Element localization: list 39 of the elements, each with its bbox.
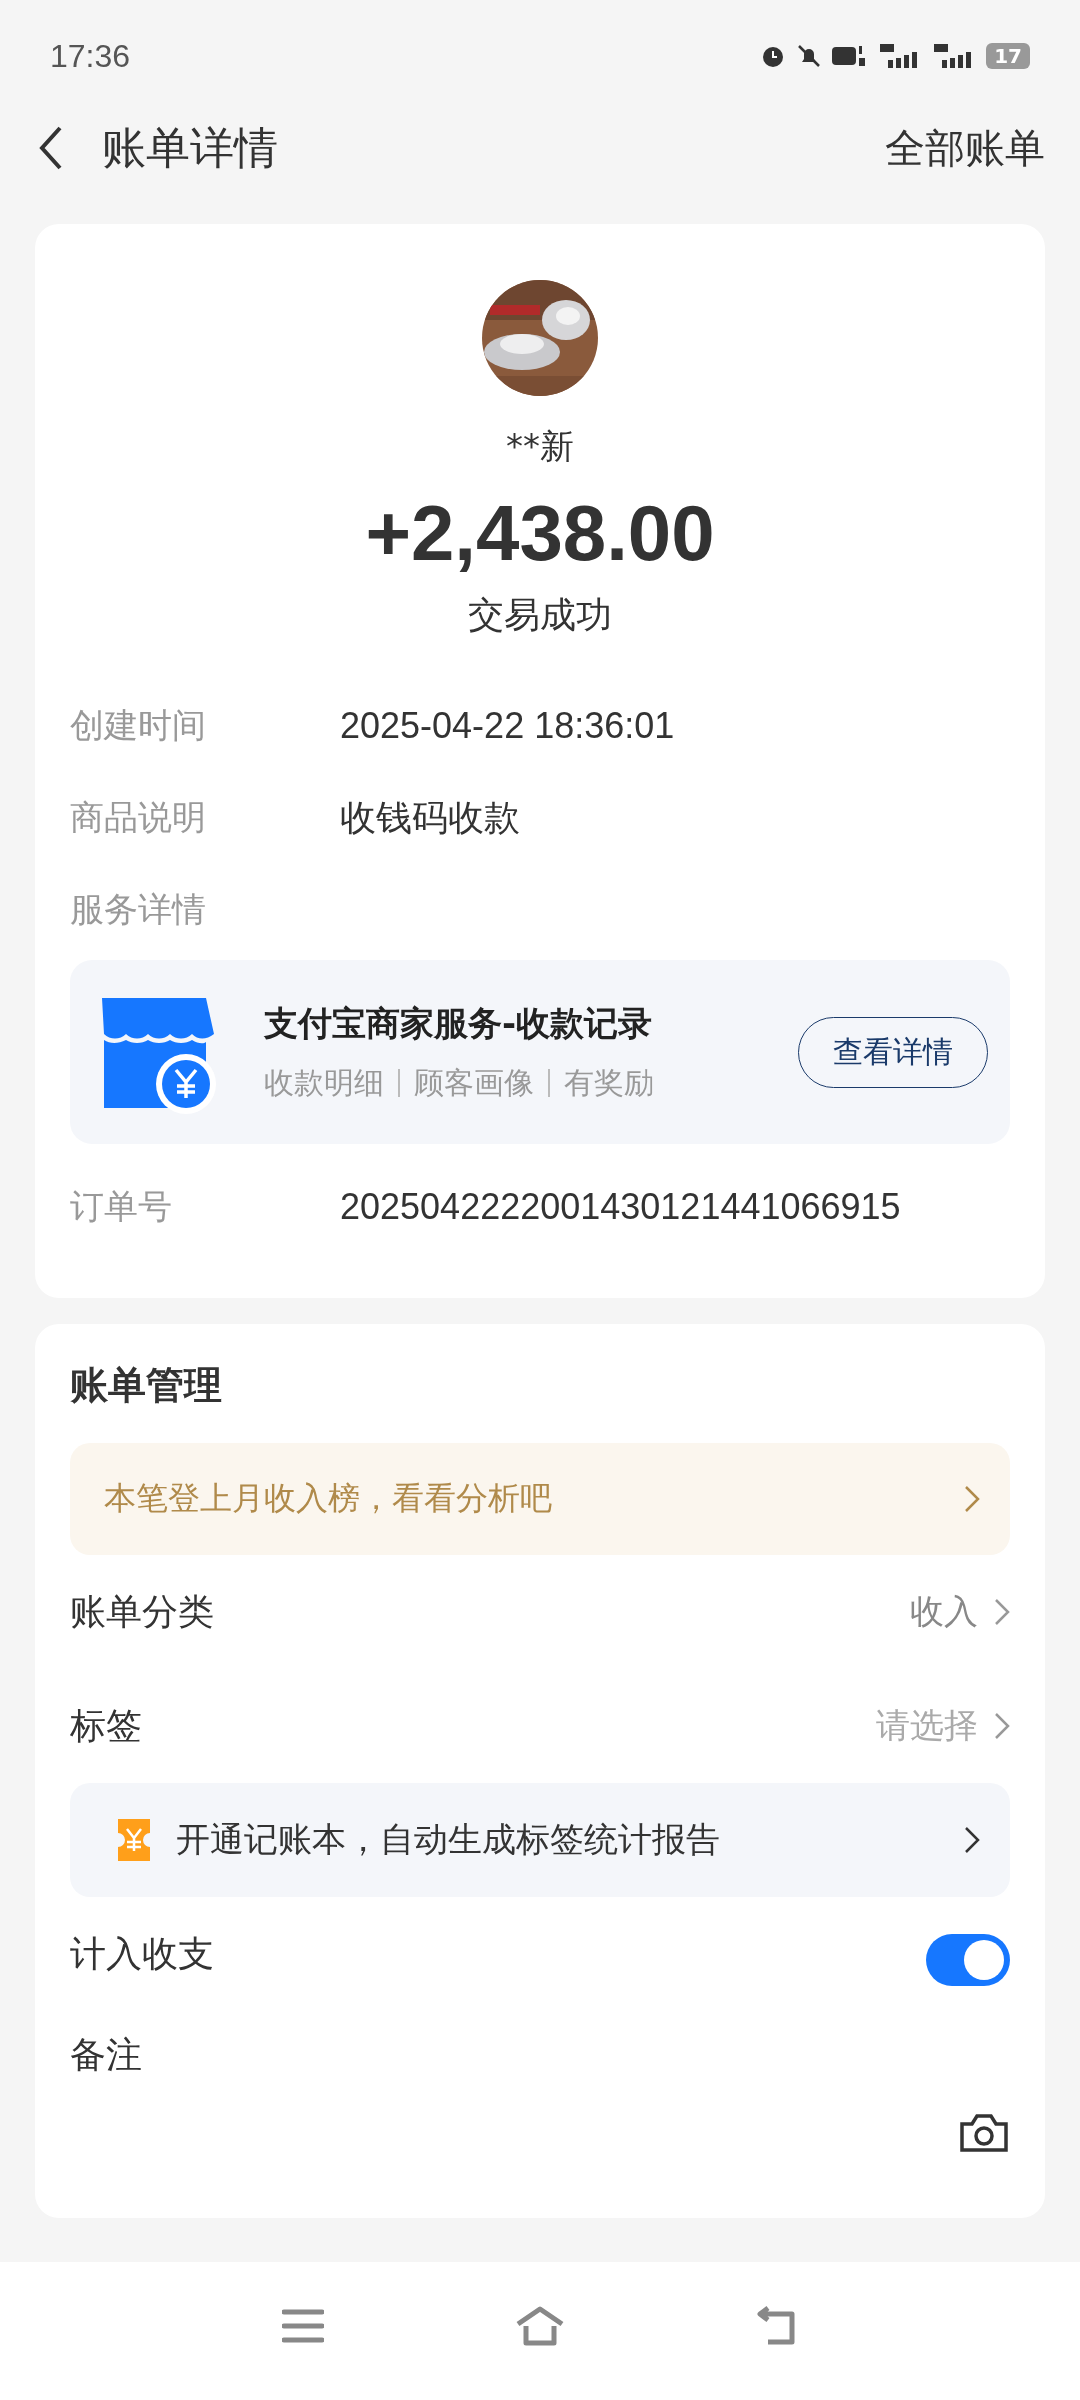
ledger-promo-banner[interactable]: 开通记账本，自动生成标签统计报告: [70, 1783, 1010, 1897]
battery-indicator: 17: [986, 43, 1030, 69]
chevron-icon: [964, 1826, 980, 1854]
banner-text: 本笔登上月收入榜，看看分析吧: [104, 1478, 552, 1519]
transaction-status: 交易成功: [468, 593, 612, 637]
feature-label: 收款明细: [264, 1063, 384, 1102]
chevron-icon: [964, 1485, 980, 1513]
feature-label: 有奖励: [564, 1063, 654, 1102]
service-title: 支付宝商家服务-收款记录: [264, 1001, 654, 1045]
setting-label: 计入收支: [70, 1931, 214, 1976]
setting-label: 备注: [70, 2033, 143, 2077]
setting-row[interactable]: 账单分类 收入: [70, 1555, 1010, 1669]
chevron-icon: [994, 1712, 1010, 1740]
section-title: 账单管理: [70, 1362, 223, 1409]
field-label: 服务详情: [70, 888, 207, 931]
setting-value: 请选择: [876, 1704, 978, 1747]
field-value: 2025042222001430121441066915: [340, 1186, 901, 1228]
field-value: 收钱码收款: [340, 795, 520, 840]
status-time: 17:36: [50, 37, 131, 75]
field-label: 订单号: [70, 1185, 173, 1228]
back-icon[interactable]: [38, 125, 64, 171]
setting-value: 收入: [910, 1590, 978, 1633]
all-bills-link[interactable]: 全部账单: [885, 120, 1045, 176]
toggle-switch[interactable]: [926, 1934, 1010, 1986]
field-label: 商品说明: [70, 796, 207, 839]
home-icon[interactable]: [514, 2306, 566, 2346]
field-label: 创建时间: [70, 704, 207, 747]
setting-label: 标签: [70, 1703, 142, 1748]
chevron-icon: [994, 1598, 1010, 1626]
feature-label: 顾客画像: [414, 1063, 534, 1102]
amount: +2,438.00: [365, 488, 715, 579]
service-panel[interactable]: 支付宝商家服务-收款记录 收款明细 顾客画像 有奖励 查看详情: [70, 960, 1010, 1144]
payer-name: **新: [506, 425, 574, 468]
page-title: 账单详情: [102, 120, 279, 175]
menu-icon[interactable]: [282, 2308, 324, 2344]
field-value: 2025-04-22 18:36:01: [340, 705, 675, 747]
setting-row[interactable]: 标签 请选择: [70, 1669, 1010, 1783]
setting-label: 账单分类: [70, 1589, 214, 1634]
promo-text: 开通记账本，自动生成标签统计报告: [176, 1818, 721, 1861]
